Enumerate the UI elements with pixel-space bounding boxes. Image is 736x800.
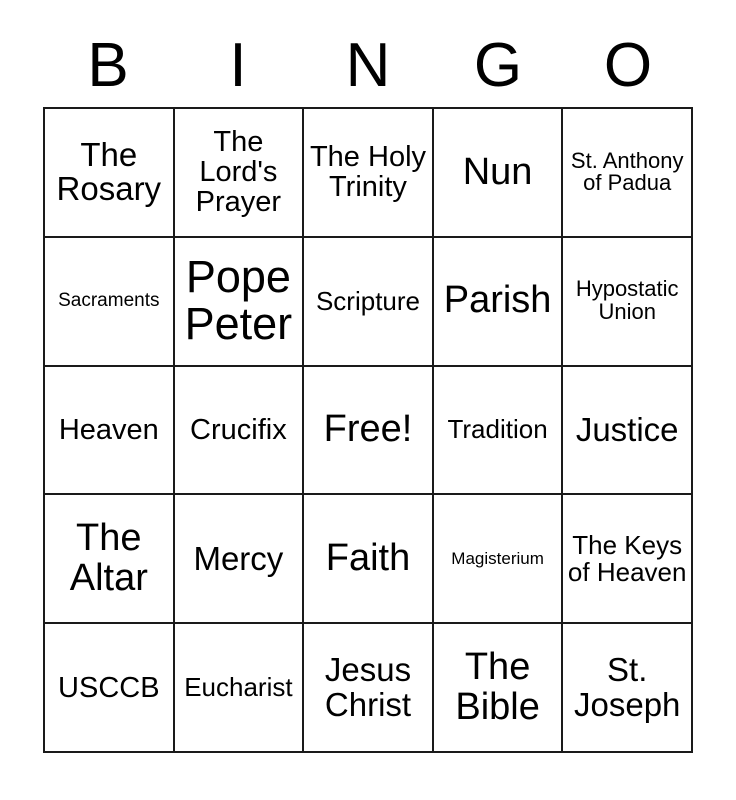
bingo-header-letter-n: N [345, 31, 391, 100]
bingo-cell-label: Heaven [58, 413, 159, 446]
bingo-cell-label: The Lord's Prayer [195, 126, 282, 219]
bingo-cell[interactable]: Tradition [433, 366, 564, 496]
bingo-cell-label: Tradition [447, 414, 548, 445]
bingo-cell[interactable]: Jesus Christ [304, 624, 434, 753]
bingo-card: B I N G O The Rosary The Lord's Prayer The… [0, 0, 736, 800]
bingo-cell-label: The Altar [69, 517, 148, 599]
bingo-cell[interactable]: Faith [304, 495, 434, 625]
bingo-cell-label: The Keys of Heaven [567, 529, 687, 587]
bingo-cell[interactable]: Sacraments [45, 237, 175, 367]
bingo-cell-label: The Holy Trinity [309, 141, 427, 204]
bingo-cell[interactable]: Justice [563, 366, 693, 496]
bingo-cell-label: Nun [462, 150, 533, 193]
bingo-cell[interactable]: Heaven [45, 366, 175, 496]
bingo-cell-label: Jesus Christ [324, 651, 412, 723]
bingo-cell-label: Magisterium [451, 548, 544, 568]
bingo-cell-label: USCCB [58, 671, 160, 704]
bingo-cell[interactable]: Nun [433, 109, 564, 238]
bingo-header-letter-b: B [87, 31, 129, 100]
bingo-cell-label: St. Joseph [573, 651, 681, 723]
bingo-cell-label: Mercy [193, 539, 284, 577]
bingo-cell[interactable]: The Bible [433, 624, 564, 753]
bingo-cell[interactable]: Scripture [304, 237, 434, 367]
bingo-cell[interactable]: St. Anthony of Padua [563, 109, 693, 238]
bingo-cell-label: Pope Peter [184, 251, 293, 350]
bingo-cell[interactable]: Eucharist [174, 624, 305, 753]
bingo-cell[interactable]: Parish [433, 237, 564, 367]
bingo-cell[interactable]: St. Joseph [563, 624, 693, 753]
bingo-cell[interactable]: The Altar [45, 495, 175, 625]
bingo-cell[interactable]: Crucifix [174, 366, 305, 496]
bingo-header-letter-g: G [473, 31, 523, 100]
bingo-cell-label: Faith [325, 537, 411, 580]
bingo-cell[interactable]: Pope Peter [174, 237, 305, 367]
bingo-cell-label: Crucifix [190, 413, 287, 446]
bingo-cell[interactable]: Hypostatic Union [563, 237, 693, 367]
bingo-cell[interactable]: Mercy [174, 495, 305, 625]
bingo-cell[interactable]: USCCB [45, 624, 175, 753]
bingo-cell-label: Free! [323, 408, 413, 451]
bingo-grid: The Rosary The Lord's Prayer The Holy Trin… [43, 107, 693, 753]
bingo-cell[interactable]: The Rosary [45, 109, 175, 238]
bingo-header-letter-i: I [229, 31, 247, 100]
bingo-cell-label: St. Anthony of Padua [570, 147, 684, 196]
bingo-header-row: B I N G O [43, 30, 693, 102]
bingo-cell[interactable]: The Holy Trinity [304, 109, 434, 238]
bingo-cell[interactable]: The Keys of Heaven [563, 495, 693, 625]
bingo-cell-label: Scripture [315, 285, 421, 316]
bingo-cell-free-space[interactable]: Free! [304, 366, 434, 496]
bingo-cell-label: The Bible [455, 646, 540, 728]
bingo-cell[interactable]: The Lord's Prayer [174, 109, 305, 238]
bingo-cell-label: The Rosary [56, 136, 162, 208]
bingo-cell-label: Hypostatic Union [575, 276, 679, 325]
bingo-cell-label: Sacraments [58, 290, 160, 312]
bingo-cell-label: Eucharist [184, 672, 293, 703]
bingo-cell-label: Justice [575, 410, 679, 448]
bingo-header-letter-o: O [603, 31, 653, 100]
bingo-cell[interactable]: Magisterium [433, 495, 564, 625]
bingo-cell-label: Parish [443, 279, 552, 322]
